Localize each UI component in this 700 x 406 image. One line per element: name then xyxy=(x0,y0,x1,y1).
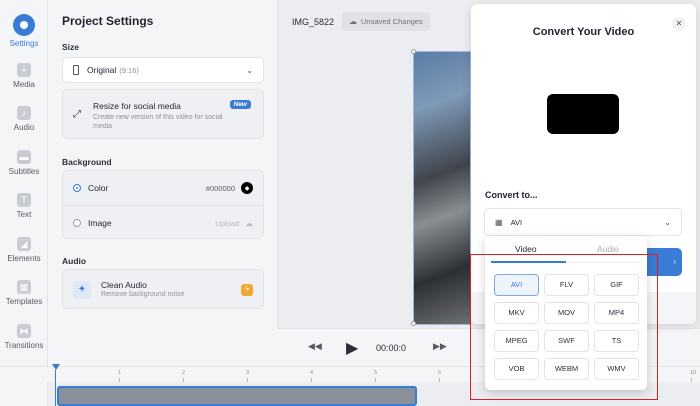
rail-item-settings[interactable]: Settings xyxy=(0,14,48,48)
rail-item-label: Templates xyxy=(5,297,43,306)
ruler-tick-label: 1 xyxy=(118,370,122,376)
resize-title: Resize for social media xyxy=(93,101,181,111)
music-icon: ♪ xyxy=(17,106,31,120)
ruler-tick-label: 2 xyxy=(182,370,186,376)
sparkle-icon: ✦ xyxy=(73,281,91,299)
background-color-option[interactable]: Color #000000 ◆ xyxy=(63,171,263,205)
elements-icon: ◢ xyxy=(17,237,31,251)
resize-handle[interactable] xyxy=(411,49,416,54)
settings-icon xyxy=(13,14,35,36)
project-settings-panel: Project Settings Size Original (9:16) ⌄ … xyxy=(48,0,278,328)
background-options: Color #000000 ◆ Image Upload ☁ xyxy=(62,170,264,239)
color-label: Color xyxy=(88,183,109,193)
panel-title: Project Settings xyxy=(62,14,154,28)
ruler-tick-label: 4 xyxy=(310,370,314,376)
format-select[interactable]: ▦ AVI ⌄ xyxy=(484,208,682,236)
rail-item-subtitles[interactable]: ▬ Subtitles xyxy=(0,150,48,176)
unsaved-changes-badge: ☁ Unsaved Changes xyxy=(342,12,430,31)
rail-item-label: Transitions xyxy=(4,341,44,350)
cloud-off-icon: ☁ xyxy=(349,17,357,26)
ruler-tick-mark xyxy=(119,378,120,382)
ruler-tick-mark xyxy=(691,378,692,382)
color-value: #000000 xyxy=(205,183,235,193)
rail-item-audio[interactable]: ♪ Audio xyxy=(0,106,48,132)
video-thumbnail xyxy=(547,94,619,134)
color-radio[interactable] xyxy=(73,184,81,192)
plus-icon: + xyxy=(17,63,31,77)
ruler-tick-label: 6 xyxy=(438,370,442,376)
size-ratio: (9:16) xyxy=(119,65,139,75)
upload-cloud-icon[interactable]: ☁ xyxy=(245,219,253,228)
format-select-value: AVI xyxy=(510,217,523,227)
audio-section-label: Audio xyxy=(62,256,87,266)
video-track-clip[interactable] xyxy=(57,386,417,406)
timecode: 00:00:0 xyxy=(376,343,407,353)
ruler-tick-mark xyxy=(375,378,376,382)
upload-label: Upload xyxy=(215,218,239,228)
rail-item-label: Media xyxy=(13,80,35,89)
modal-title: Convert Your Video xyxy=(532,26,635,38)
templates-icon: ▦ xyxy=(17,280,31,294)
image-radio[interactable] xyxy=(73,219,81,227)
chevron-down-icon: ⌄ xyxy=(246,65,253,75)
fast-forward-icon[interactable]: ▶▶ xyxy=(433,341,447,352)
close-icon[interactable]: ✕ xyxy=(672,17,686,31)
ruler-tick-mark xyxy=(247,378,248,382)
text-icon: T xyxy=(17,193,31,207)
tab-audio[interactable]: Audio xyxy=(597,244,619,254)
new-badge: New xyxy=(229,100,251,109)
rail-item-transitions[interactable]: ⧓ Transitions xyxy=(0,324,48,350)
clean-audio-description: Remove background noise xyxy=(101,291,185,298)
ruler-tick-mark xyxy=(439,378,440,382)
image-label: Image xyxy=(88,218,112,228)
rail-item-text[interactable]: T Text xyxy=(0,193,48,219)
ruler-tick-mark xyxy=(183,378,184,382)
ruler-tick-label: 10 xyxy=(690,370,697,376)
playhead-marker[interactable] xyxy=(52,364,60,370)
rail-item-templates[interactable]: ▦ Templates xyxy=(0,280,48,306)
transitions-icon: ⧓ xyxy=(17,324,31,338)
film-icon: ▦ xyxy=(495,217,503,227)
size-select[interactable]: Original (9:16) ⌄ xyxy=(62,57,264,83)
rail-item-label: Elements xyxy=(7,254,41,263)
left-rail: Settings + Media ♪ Audio ▬ Subtitles T T… xyxy=(0,0,48,406)
play-button[interactable]: ▶ xyxy=(346,338,358,358)
resize-social-card[interactable]: ⤢ Resize for social media Create new ver… xyxy=(62,89,264,139)
rail-item-media[interactable]: + Media xyxy=(0,63,48,89)
rail-item-label: Subtitles xyxy=(8,167,40,176)
chevron-down-icon: ⌄ xyxy=(664,217,671,227)
rail-item-label: Text xyxy=(16,210,32,219)
resize-icon: ⤢ xyxy=(73,109,81,120)
ruler-tick-mark xyxy=(311,378,312,382)
resize-handle[interactable] xyxy=(411,321,416,326)
convert-to-label: Convert to... xyxy=(485,190,538,200)
size-section-label: Size xyxy=(62,42,80,52)
highlight-annotation xyxy=(470,254,658,400)
clean-audio-title: Clean Audio xyxy=(101,280,147,290)
size-value: Original xyxy=(87,65,117,75)
clean-audio-card[interactable]: ✦ Clean Audio Remove background noise ϟ xyxy=(62,269,264,309)
background-image-option[interactable]: Image Upload ☁ xyxy=(63,206,263,240)
lightning-icon: ϟ xyxy=(241,284,253,296)
timeline-header-left xyxy=(48,328,278,368)
rewind-icon[interactable]: ◀◀ xyxy=(308,341,322,352)
file-name[interactable]: IMG_5822 xyxy=(292,17,334,27)
background-section-label: Background xyxy=(62,157,112,167)
fill-bucket-icon[interactable]: ◆ xyxy=(241,182,253,194)
rail-item-label: Audio xyxy=(13,123,35,132)
phone-icon xyxy=(73,65,79,75)
subtitles-icon: ▬ xyxy=(17,150,31,164)
rail-item-label: Settings xyxy=(9,39,39,48)
video-preview[interactable] xyxy=(413,51,471,325)
resize-description: Create new version of this video for soc… xyxy=(93,114,223,130)
ruler-tick-label: 3 xyxy=(246,370,250,376)
ruler-tick-label: 5 xyxy=(374,370,378,376)
rail-item-elements[interactable]: ◢ Elements xyxy=(0,237,48,263)
playhead-line xyxy=(55,370,56,406)
tab-video[interactable]: Video xyxy=(515,244,537,254)
unsaved-label: Unsaved Changes xyxy=(361,17,423,26)
